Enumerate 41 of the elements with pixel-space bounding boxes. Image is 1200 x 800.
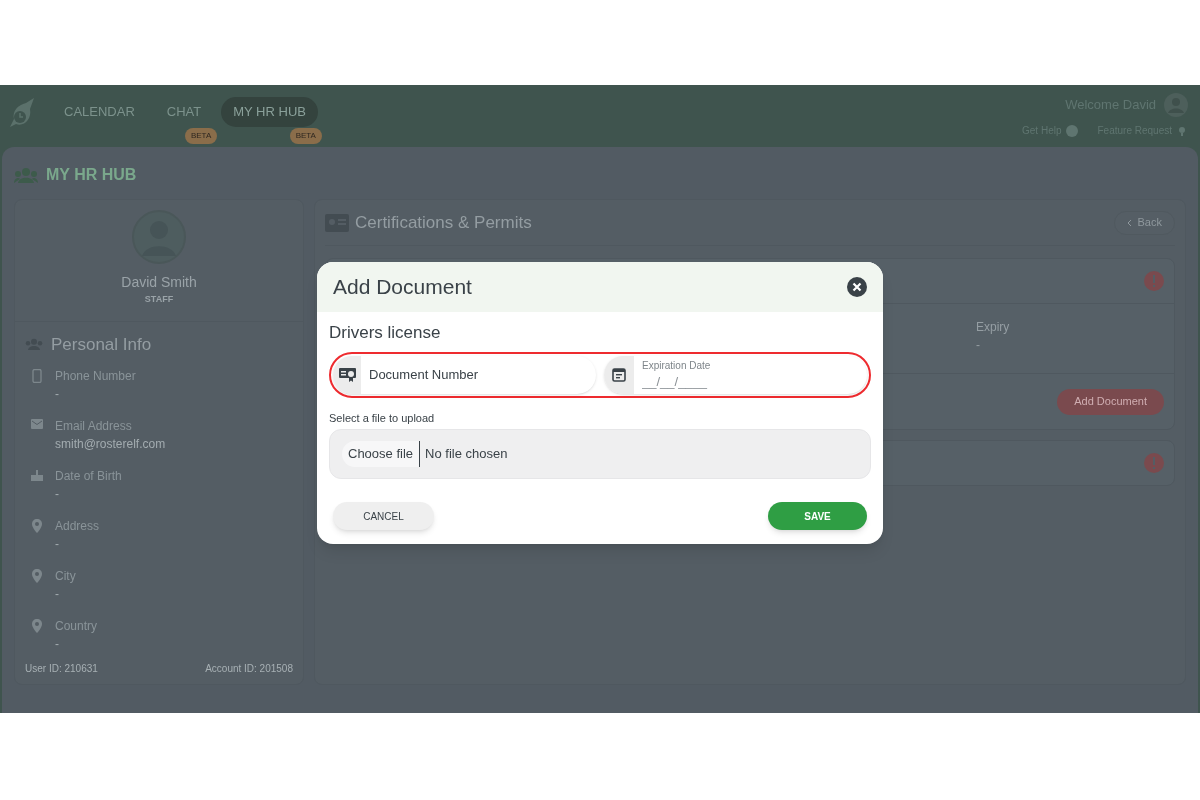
- upload-label: Select a file to upload: [329, 410, 436, 426]
- nav-tab[interactable]: MY HR HUB: [221, 97, 318, 127]
- mail-icon: [31, 419, 43, 429]
- beta-badge: BETA: [289, 128, 322, 144]
- calendar-icon: [612, 367, 626, 382]
- profile-role: STAFF: [144, 293, 174, 306]
- field-value: -: [55, 486, 60, 503]
- field-value: -: [55, 536, 60, 553]
- chevron-left-icon: [1126, 218, 1132, 227]
- location-pin-icon: [32, 619, 42, 633]
- field-value: -: [55, 636, 60, 653]
- phone-icon: [31, 369, 43, 383]
- location-pin-icon: [32, 569, 42, 583]
- field-value: -: [55, 586, 60, 603]
- back-button[interactable]: Back: [1113, 210, 1175, 235]
- field-label: Expiration Date: [642, 359, 711, 372]
- dialog-title: Add Document: [333, 274, 472, 301]
- document-type: Drivers license: [329, 322, 442, 344]
- column-header: Expiry: [976, 319, 1011, 336]
- file-upload-field[interactable]: Choose file No file chosen: [329, 429, 871, 479]
- certificate-icon: [338, 367, 356, 382]
- panel-title: Certifications & Permits: [355, 211, 532, 234]
- beta-badge: BETA: [184, 128, 218, 144]
- account-id: Account ID: 201508: [205, 662, 293, 676]
- group-icon: [14, 167, 38, 183]
- cancel-button[interactable]: CANCEL: [333, 502, 434, 530]
- field-value: -: [55, 386, 60, 403]
- nav-tab[interactable]: CALENDAR: [52, 97, 147, 127]
- save-button[interactable]: SAVE: [768, 502, 867, 530]
- section-title: Personal Info: [51, 333, 152, 356]
- table-cell-text: -: [976, 337, 981, 354]
- field-value: smith@rosterelf.com: [55, 436, 166, 453]
- nav-tab[interactable]: CHAT: [154, 97, 214, 127]
- user-id: User ID: 210631: [25, 662, 98, 676]
- expiration-date-field[interactable]: __/__/____ Expiration Date: [604, 355, 867, 394]
- profile-name: David Smith: [121, 273, 197, 292]
- close-icon[interactable]: [847, 277, 867, 297]
- page-title: MY HR HUB: [46, 165, 137, 185]
- lightbulb-icon[interactable]: [1176, 124, 1188, 137]
- location-pin-icon: [32, 519, 42, 533]
- add-document-button[interactable]: Add Document: [1057, 388, 1164, 415]
